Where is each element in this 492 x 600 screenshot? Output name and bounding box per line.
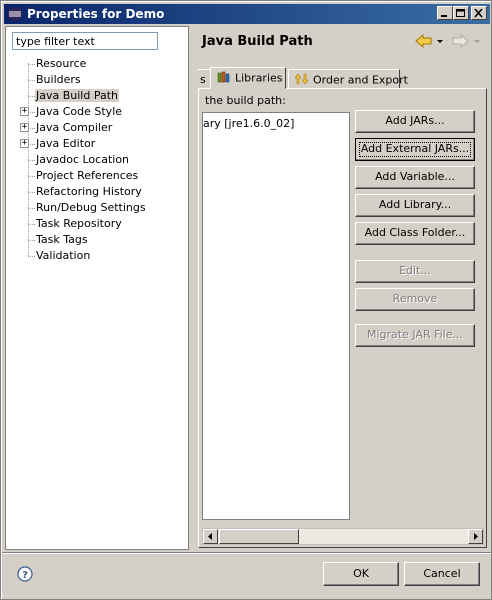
add-library-button[interactable]: Add Library...	[355, 194, 475, 217]
libraries-icon	[217, 71, 231, 86]
tree-item-label: Refactoring History	[36, 185, 142, 198]
expand-plus-icon[interactable]: +	[20, 139, 29, 148]
ok-button[interactable]: OK	[323, 562, 399, 586]
tree-connector	[28, 176, 35, 177]
tree-item-refactoring-history[interactable]: Refactoring History	[6, 184, 188, 200]
tree-item-java-code-style[interactable]: + Java Code Style	[6, 104, 188, 120]
tree-item-label: Run/Debug Settings	[36, 201, 146, 214]
edit-button[interactable]: Edit...	[355, 260, 475, 283]
cancel-button[interactable]: Cancel	[404, 562, 480, 586]
tree-item-project-references[interactable]: Project References	[6, 168, 188, 184]
properties-dialog: Properties for Demo Resource Builders	[0, 0, 492, 600]
tab-order-and-export[interactable]: Order and Export	[288, 69, 408, 89]
tree-connector	[28, 96, 35, 97]
tree-connector	[28, 64, 35, 65]
tree-item-label: Resource	[36, 57, 87, 70]
footer-separator	[2, 552, 491, 554]
tree-connector	[28, 112, 35, 113]
tree-item-task-tags[interactable]: Task Tags	[6, 232, 188, 248]
help-icon[interactable]: ?	[17, 566, 33, 582]
scrollbar-thumb[interactable]	[219, 529, 299, 544]
migrate-jar-button[interactable]: Migrate JAR File...	[355, 324, 475, 347]
tab-label: Order and Export	[313, 73, 408, 87]
title-bar[interactable]: Properties for Demo	[4, 4, 490, 24]
tab-label: s	[200, 73, 206, 86]
tree-item-label: Java Build Path	[35, 89, 120, 102]
forward-arrow-icon	[451, 33, 469, 50]
tree-connector	[28, 80, 35, 81]
eclipse-icon	[7, 6, 23, 22]
tree-item-label: Javadoc Location	[36, 153, 130, 166]
back-arrow-icon[interactable]	[415, 33, 433, 50]
tree-item-validation[interactable]: Validation	[6, 248, 188, 264]
tree-item-java-build-path[interactable]: Java Build Path	[6, 88, 188, 104]
tree-connector	[28, 128, 35, 129]
close-button[interactable]	[471, 6, 487, 20]
tree-connector	[28, 192, 35, 193]
tree-item-resource[interactable]: Resource	[6, 56, 188, 72]
minimize-button[interactable]	[437, 6, 453, 20]
page-title: Java Build Path	[202, 34, 313, 49]
build-path-tabs: s Libraries Order and Export	[198, 67, 488, 89]
tree-connector	[28, 208, 35, 209]
tab-label: Libraries	[235, 71, 283, 85]
tree-item-java-compiler[interactable]: + Java Compiler	[6, 120, 188, 136]
tree-item-label: Builders	[36, 73, 81, 86]
tree-connector	[28, 256, 35, 257]
tree-item-task-repository[interactable]: Task Repository	[6, 216, 188, 232]
order-export-icon	[294, 73, 309, 88]
tree-item-javadoc-location[interactable]: Javadoc Location	[6, 152, 188, 168]
tree-item-label: Java Compiler	[36, 121, 113, 134]
add-variable-button[interactable]: Add Variable...	[355, 166, 475, 189]
tree-item-label: Task Repository	[36, 217, 122, 230]
tab-libraries[interactable]: Libraries	[210, 67, 286, 89]
tree-item-label: Validation	[36, 249, 91, 262]
property-page-tree-pane: Resource Builders Java Build Path + Java…	[5, 26, 189, 550]
scroll-left-icon[interactable]	[203, 529, 218, 544]
expand-plus-icon[interactable]: +	[20, 107, 29, 116]
tree-item-label: Java Code Style	[36, 105, 123, 118]
expand-plus-icon[interactable]: +	[20, 123, 29, 132]
svg-text:?: ?	[22, 570, 28, 581]
remove-button[interactable]: Remove	[355, 288, 475, 311]
tree-item-java-editor[interactable]: + Java Editor	[6, 136, 188, 152]
tree-connector	[28, 224, 35, 225]
library-list[interactable]: ary [jre1.6.0_02]	[202, 112, 350, 520]
libraries-description: the build path:	[205, 94, 286, 107]
tree-connector	[28, 240, 35, 241]
tree-item-label: Project References	[36, 169, 139, 182]
tree-connector	[28, 144, 35, 145]
tree-item-label: Java Editor	[36, 137, 96, 150]
tree-item-run-debug-settings[interactable]: Run/Debug Settings	[6, 200, 188, 216]
list-item[interactable]: ary [jre1.6.0_02]	[203, 117, 294, 130]
maximize-button[interactable]	[453, 6, 469, 20]
tree-connector	[28, 160, 35, 161]
horizontal-scrollbar[interactable]	[202, 528, 484, 545]
forward-dropdown-icon	[473, 34, 481, 50]
add-jars-button[interactable]: Add JARs...	[355, 110, 475, 133]
back-dropdown-icon[interactable]	[436, 34, 444, 50]
window-title: Properties for Demo	[27, 7, 165, 21]
add-class-folder-button[interactable]: Add Class Folder...	[355, 222, 475, 245]
add-external-jars-button[interactable]: Add External JARs...	[355, 138, 475, 161]
scroll-right-icon[interactable]	[468, 529, 483, 544]
tree-item-label: Task Tags	[36, 233, 88, 246]
filter-input[interactable]	[12, 32, 158, 50]
tree-item-builders[interactable]: Builders	[6, 72, 188, 88]
